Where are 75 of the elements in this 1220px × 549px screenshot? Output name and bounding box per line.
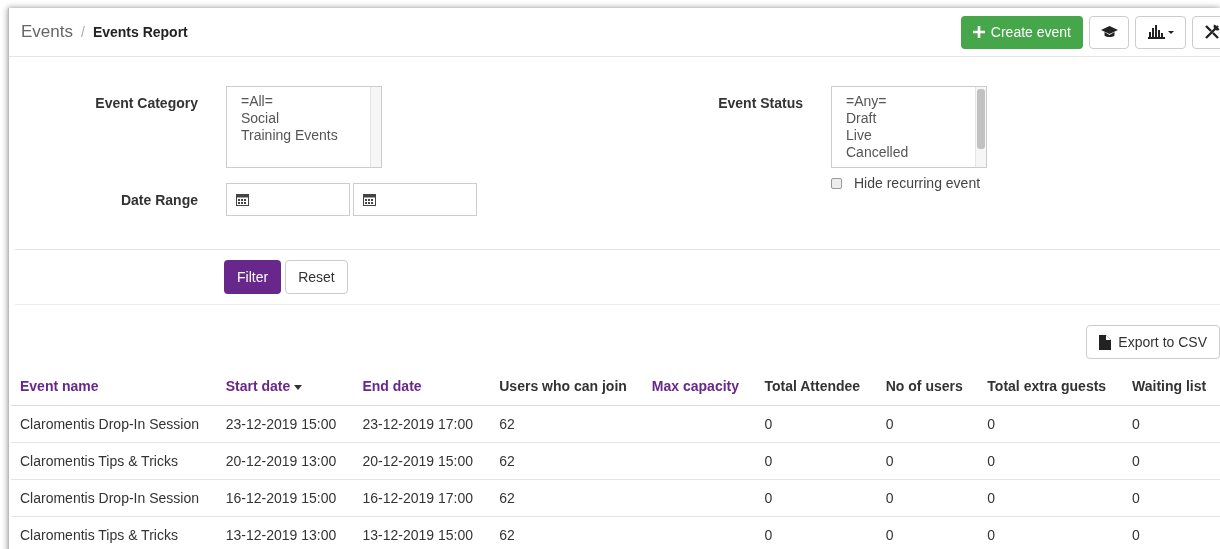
table-cell: 0 xyxy=(987,452,996,469)
table-cell: 23-12-2019 15:00 xyxy=(225,415,337,432)
table-cell: 0 xyxy=(764,526,773,543)
table-cell: 62 xyxy=(499,415,515,432)
table-cell: Claromentis Drop-In Session xyxy=(20,489,199,506)
table-cell: 0 xyxy=(987,415,996,432)
table-cell: 23-12-2019 17:00 xyxy=(362,415,473,432)
table-cell: 0 xyxy=(1132,526,1140,543)
column-header: No of users xyxy=(885,378,963,394)
page-title: Events Report xyxy=(92,24,188,40)
list-option[interactable]: =All= xyxy=(241,93,356,110)
filter-button[interactable]: Filter xyxy=(224,260,282,294)
start-date-field[interactable] xyxy=(226,183,350,216)
plus-icon xyxy=(972,26,985,38)
list-option[interactable]: Social xyxy=(241,110,356,127)
calendar-icon xyxy=(363,193,376,206)
table-cell: 62 xyxy=(499,489,515,506)
table-cell: 16-12-2019 17:00 xyxy=(362,489,473,506)
list-option[interactable]: Training Events xyxy=(241,127,356,144)
calendar-icon xyxy=(236,193,249,206)
checkbox-label: Hide recurring event xyxy=(854,175,981,191)
end-date-field[interactable] xyxy=(353,183,477,216)
column-header: Waiting list xyxy=(1132,378,1207,394)
table-cell: 0 xyxy=(1132,415,1140,432)
field-label: Date Range xyxy=(119,191,198,208)
scrollbar-thumb[interactable] xyxy=(977,89,985,149)
list-option[interactable]: Draft xyxy=(846,110,961,127)
document-icon xyxy=(1099,334,1112,350)
table-cell: 0 xyxy=(1132,489,1140,506)
list-option[interactable]: Live xyxy=(846,127,961,144)
table-cell: Claromentis Drop-In Session xyxy=(20,415,199,432)
table-cell: 0 xyxy=(987,526,996,543)
tools-button[interactable] xyxy=(1192,15,1220,49)
category-listbox[interactable]: =All= Social Training Events xyxy=(226,86,382,168)
sortable-column-header[interactable]: Event name xyxy=(20,378,99,394)
table-cell: 0 xyxy=(885,489,894,506)
table-cell: 0 xyxy=(885,415,894,432)
reset-button[interactable]: Reset xyxy=(285,260,348,294)
checkbox[interactable] xyxy=(831,177,842,189)
table-cell: 16-12-2019 15:00 xyxy=(225,489,337,506)
list-option[interactable]: Cancelled xyxy=(846,144,961,161)
table-cell: 62 xyxy=(499,452,515,469)
caret-icon xyxy=(294,384,303,390)
column-header: Total Attendee xyxy=(764,378,861,394)
tools-icon xyxy=(1204,24,1220,40)
sortable-column-header[interactable]: Max capacity xyxy=(651,378,740,394)
table-cell: Claromentis Tips & Tricks xyxy=(20,526,178,543)
table-cell: 0 xyxy=(885,526,894,543)
table-cell: 62 xyxy=(499,526,515,543)
table-cell: 13-12-2019 15:00 xyxy=(362,526,473,543)
graduation-cap-icon xyxy=(1100,26,1118,38)
column-header: Total extra guests xyxy=(987,378,1107,394)
table-cell: 0 xyxy=(764,452,773,469)
table-cell: 0 xyxy=(987,489,996,506)
field-label: Event Category xyxy=(94,94,198,111)
table-cell: 20-12-2019 15:00 xyxy=(362,452,473,469)
field-label: Event Status xyxy=(717,94,803,111)
bar-chart-icon xyxy=(1147,25,1174,39)
table-cell: 20-12-2019 13:00 xyxy=(225,452,337,469)
table-cell: Claromentis Tips & Tricks xyxy=(20,452,178,469)
table-cell: 0 xyxy=(1132,452,1140,469)
status-listbox[interactable]: =Any= Draft Live Cancelled xyxy=(831,86,987,168)
list-option[interactable]: =Any= xyxy=(846,93,961,110)
column-header: Users who can join xyxy=(499,378,627,394)
chart-dropdown-button[interactable] xyxy=(1135,15,1186,49)
breadcrumb-separator: / xyxy=(81,24,85,40)
graduation-cap-button[interactable] xyxy=(1089,15,1129,49)
sortable-column-header[interactable]: End date xyxy=(362,378,422,394)
table-cell: 0 xyxy=(764,415,773,432)
sortable-column-header[interactable]: Start date xyxy=(225,378,303,394)
table-cell: 0 xyxy=(885,452,894,469)
breadcrumb-link[interactable]: Events xyxy=(21,22,73,41)
table-cell: 0 xyxy=(764,489,773,506)
table-cell: 13-12-2019 13:00 xyxy=(225,526,337,543)
export-button[interactable]: Export to CSV xyxy=(1086,325,1220,359)
